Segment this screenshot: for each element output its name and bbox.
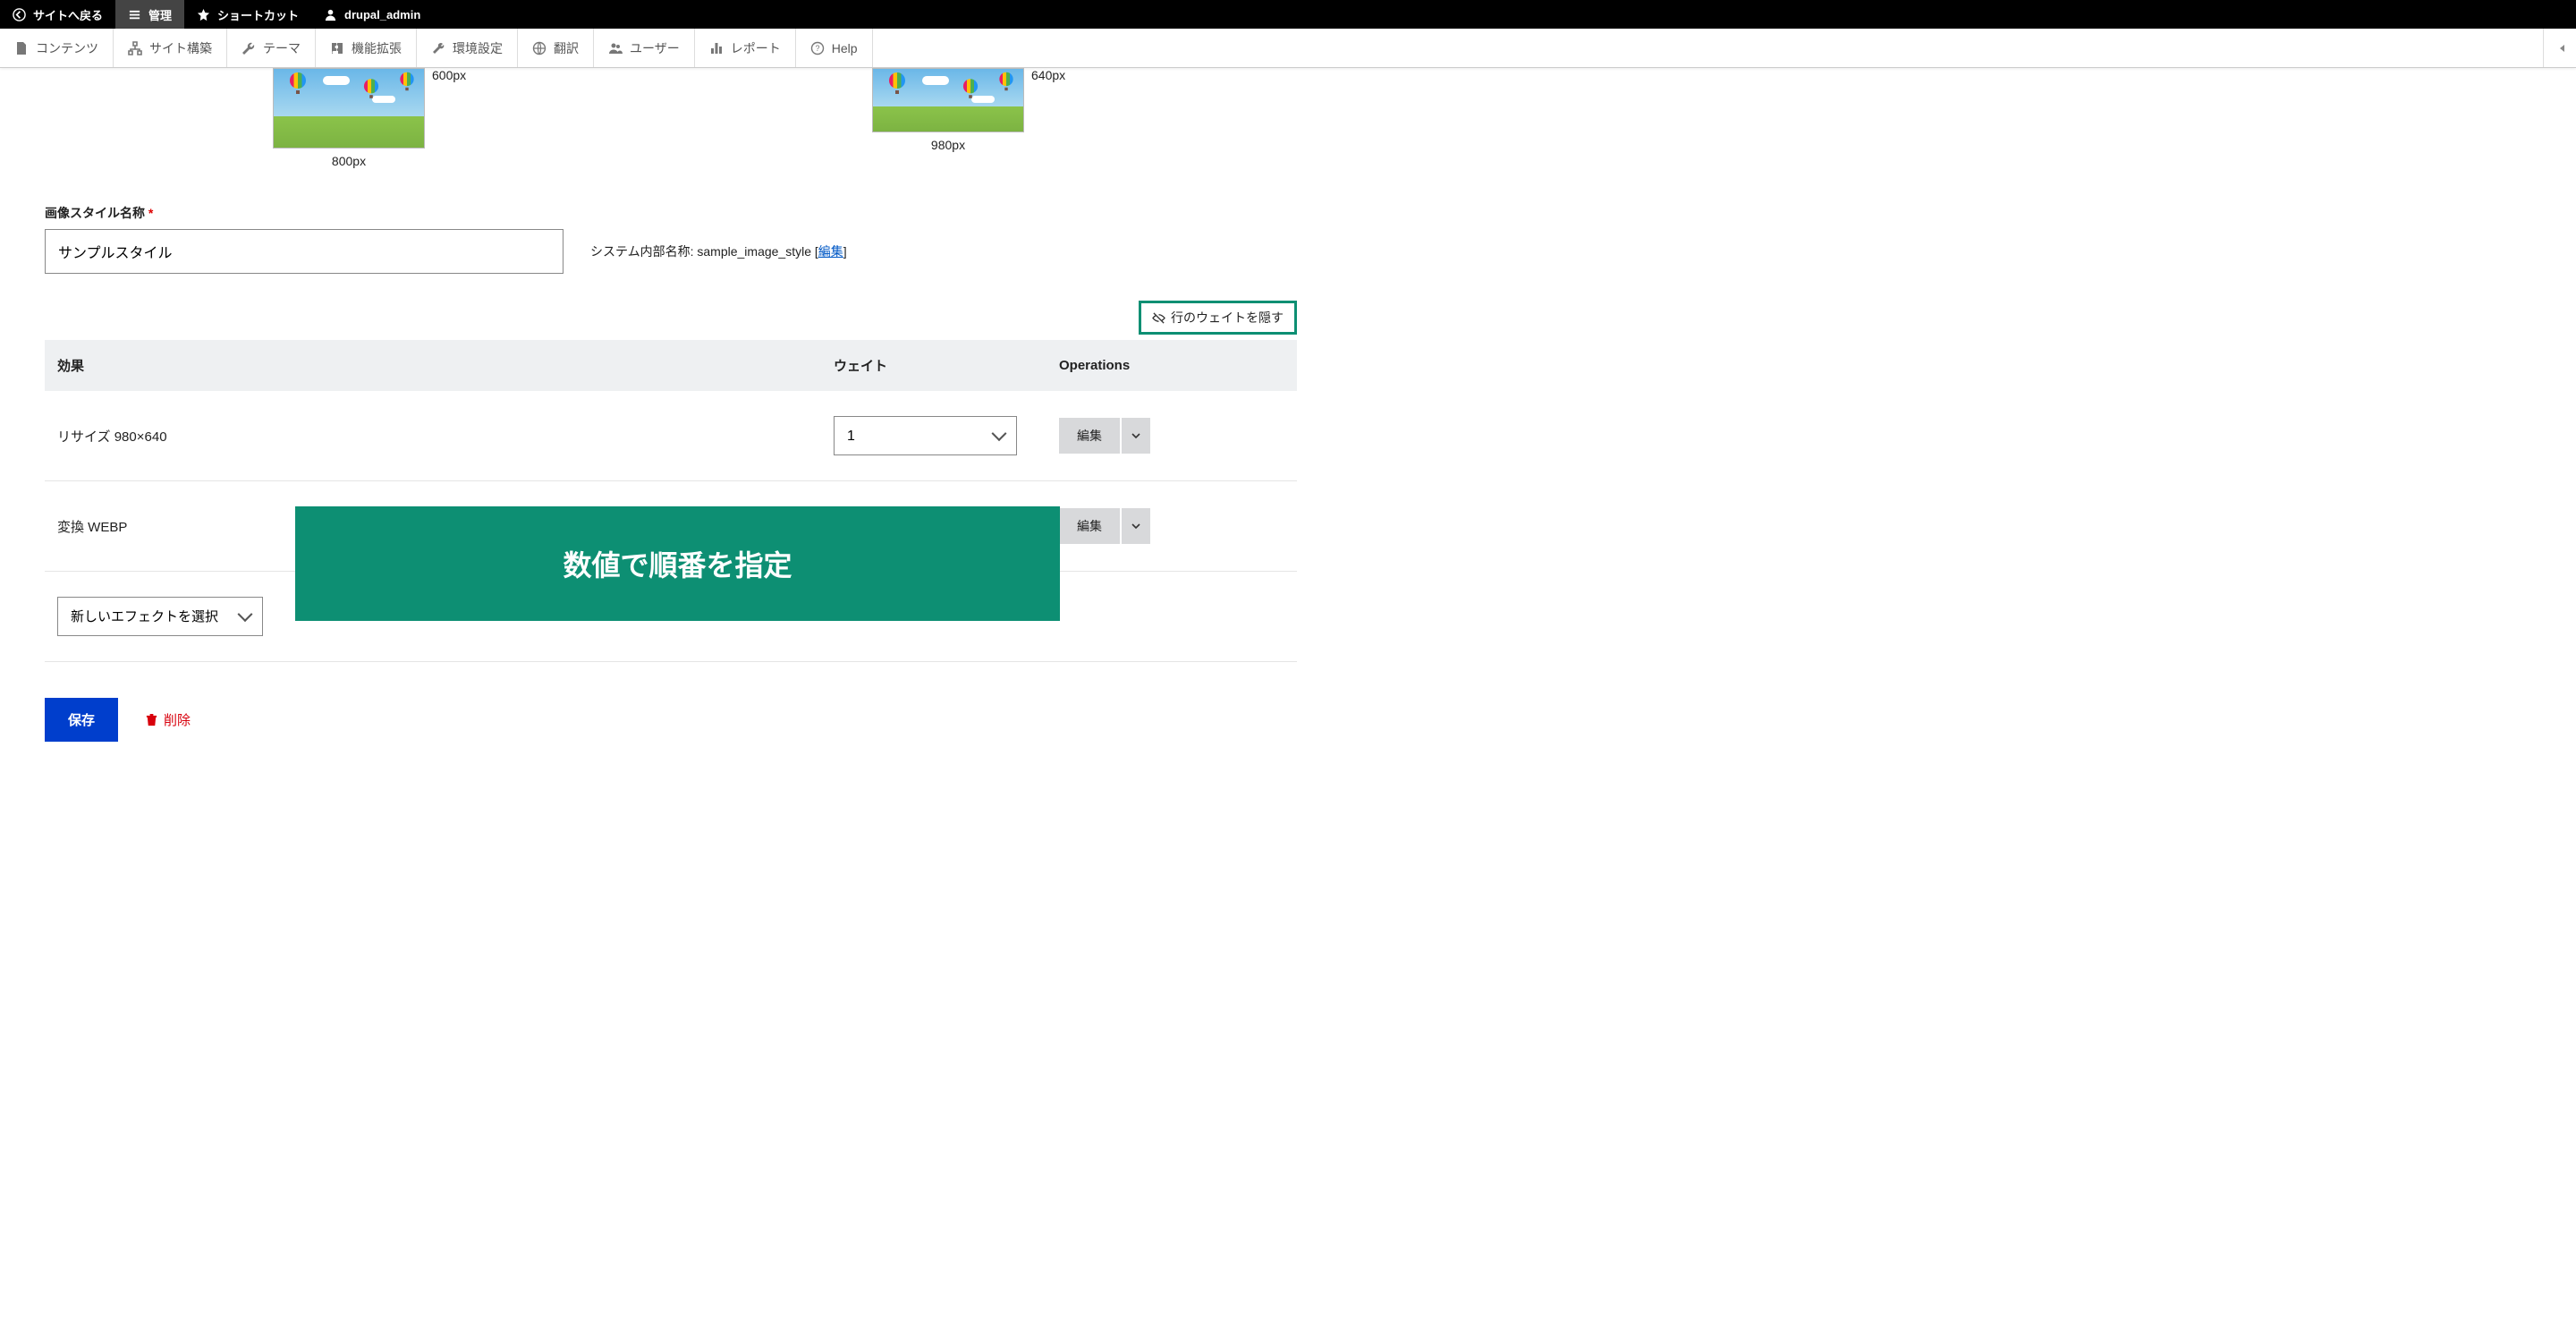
styled-height: 640px — [1031, 68, 1065, 82]
file-icon — [14, 41, 29, 55]
chevron-down-icon — [1131, 430, 1141, 441]
help-icon: ? — [810, 41, 825, 55]
admintb-content-label: コンテンツ — [36, 39, 98, 57]
delete-link[interactable]: 削除 — [145, 710, 191, 729]
structure-icon — [128, 41, 142, 55]
chevron-down-icon — [1131, 521, 1141, 531]
table-row: リサイズ 980×640 1 編集 — [45, 391, 1297, 481]
shortcuts[interactable]: ショートカット — [184, 0, 311, 29]
shortcuts-label: ショートカット — [217, 6, 299, 23]
effect-ops-dropdown[interactable] — [1122, 508, 1150, 544]
toolbar-collapse[interactable] — [2543, 29, 2576, 67]
admintb-appearance[interactable]: テーマ — [227, 29, 316, 67]
new-effect-select[interactable]: 新しいエフェクトを選択 — [57, 597, 263, 636]
admintb-help-label: Help — [832, 41, 858, 55]
chevron-left-circle-icon — [13, 8, 26, 21]
manage-label: 管理 — [148, 6, 172, 23]
hide-row-weights-button[interactable]: 行のウェイトを隠す — [1139, 301, 1297, 335]
svg-text:?: ? — [815, 44, 819, 53]
admintb-people[interactable]: ユーザー — [594, 29, 695, 67]
admintb-extend-label: 機能拡張 — [352, 39, 402, 57]
effect-cell: リサイズ 980×640 — [45, 391, 821, 481]
star-icon — [197, 8, 210, 21]
user-name: drupal_admin — [344, 8, 420, 21]
styled-width: 980px — [872, 138, 1024, 152]
admintb-config[interactable]: 環境設定 — [417, 29, 518, 67]
admintb-people-label: ユーザー — [630, 39, 680, 57]
collapse-icon — [2553, 41, 2567, 55]
admintb-structure-label: サイト構築 — [149, 39, 212, 57]
save-button[interactable]: 保存 — [45, 698, 118, 742]
th-ops: Operations — [1046, 340, 1297, 391]
people-icon — [608, 41, 623, 55]
admintb-appearance-label: テーマ — [263, 39, 301, 57]
admintb-content[interactable]: コンテンツ — [0, 29, 114, 67]
preview-original: 600px 800px — [273, 68, 425, 168]
trash-icon — [145, 713, 158, 726]
edit-effect-button[interactable]: 編集 — [1059, 508, 1120, 544]
admintb-translate[interactable]: 翻訳 — [518, 29, 594, 67]
effect-ops-dropdown[interactable] — [1122, 418, 1150, 454]
puzzle-icon — [330, 41, 344, 55]
admintb-reports-label: レポート — [731, 39, 781, 57]
user-menu[interactable]: drupal_admin — [311, 0, 433, 29]
admintb-help[interactable]: ? Help — [796, 29, 873, 67]
th-weight: ウェイト — [821, 340, 1046, 391]
style-name-label: 画像スタイル名称 * — [45, 204, 1297, 222]
machine-name: システム内部名称: sample_image_style [編集] — [590, 242, 847, 260]
back-to-site-label: サイトへ戻る — [33, 6, 103, 23]
spanner-icon — [431, 41, 445, 55]
orig-width: 800px — [273, 154, 425, 168]
eye-off-icon — [1152, 311, 1165, 325]
back-to-site[interactable]: サイトへ戻る — [0, 0, 115, 29]
annotation-overlay: 数値で順番を指定 — [295, 506, 1060, 621]
user-icon — [324, 8, 337, 21]
admintb-structure[interactable]: サイト構築 — [114, 29, 227, 67]
style-name-input[interactable] — [45, 229, 564, 274]
delete-label: 削除 — [164, 710, 191, 729]
preview-styled: 640px 980px — [872, 68, 1024, 168]
edit-effect-button[interactable]: 編集 — [1059, 418, 1120, 454]
chart-icon — [709, 41, 724, 55]
admintb-extend[interactable]: 機能拡張 — [316, 29, 417, 67]
wrench-icon — [242, 41, 256, 55]
globe-icon — [532, 41, 547, 55]
manage-toggle[interactable]: 管理 — [115, 0, 184, 29]
admintb-config-label: 環境設定 — [453, 39, 503, 57]
orig-height: 600px — [432, 68, 466, 82]
weight-select[interactable]: 1 — [834, 416, 1017, 455]
admintb-translate-label: 翻訳 — [554, 39, 579, 57]
admintb-reports[interactable]: レポート — [695, 29, 796, 67]
hide-row-weights-label: 行のウェイトを隠す — [1171, 309, 1284, 327]
machine-name-edit[interactable]: 編集 — [818, 244, 843, 259]
hamburger-icon — [128, 8, 141, 21]
th-effect: 効果 — [45, 340, 821, 391]
